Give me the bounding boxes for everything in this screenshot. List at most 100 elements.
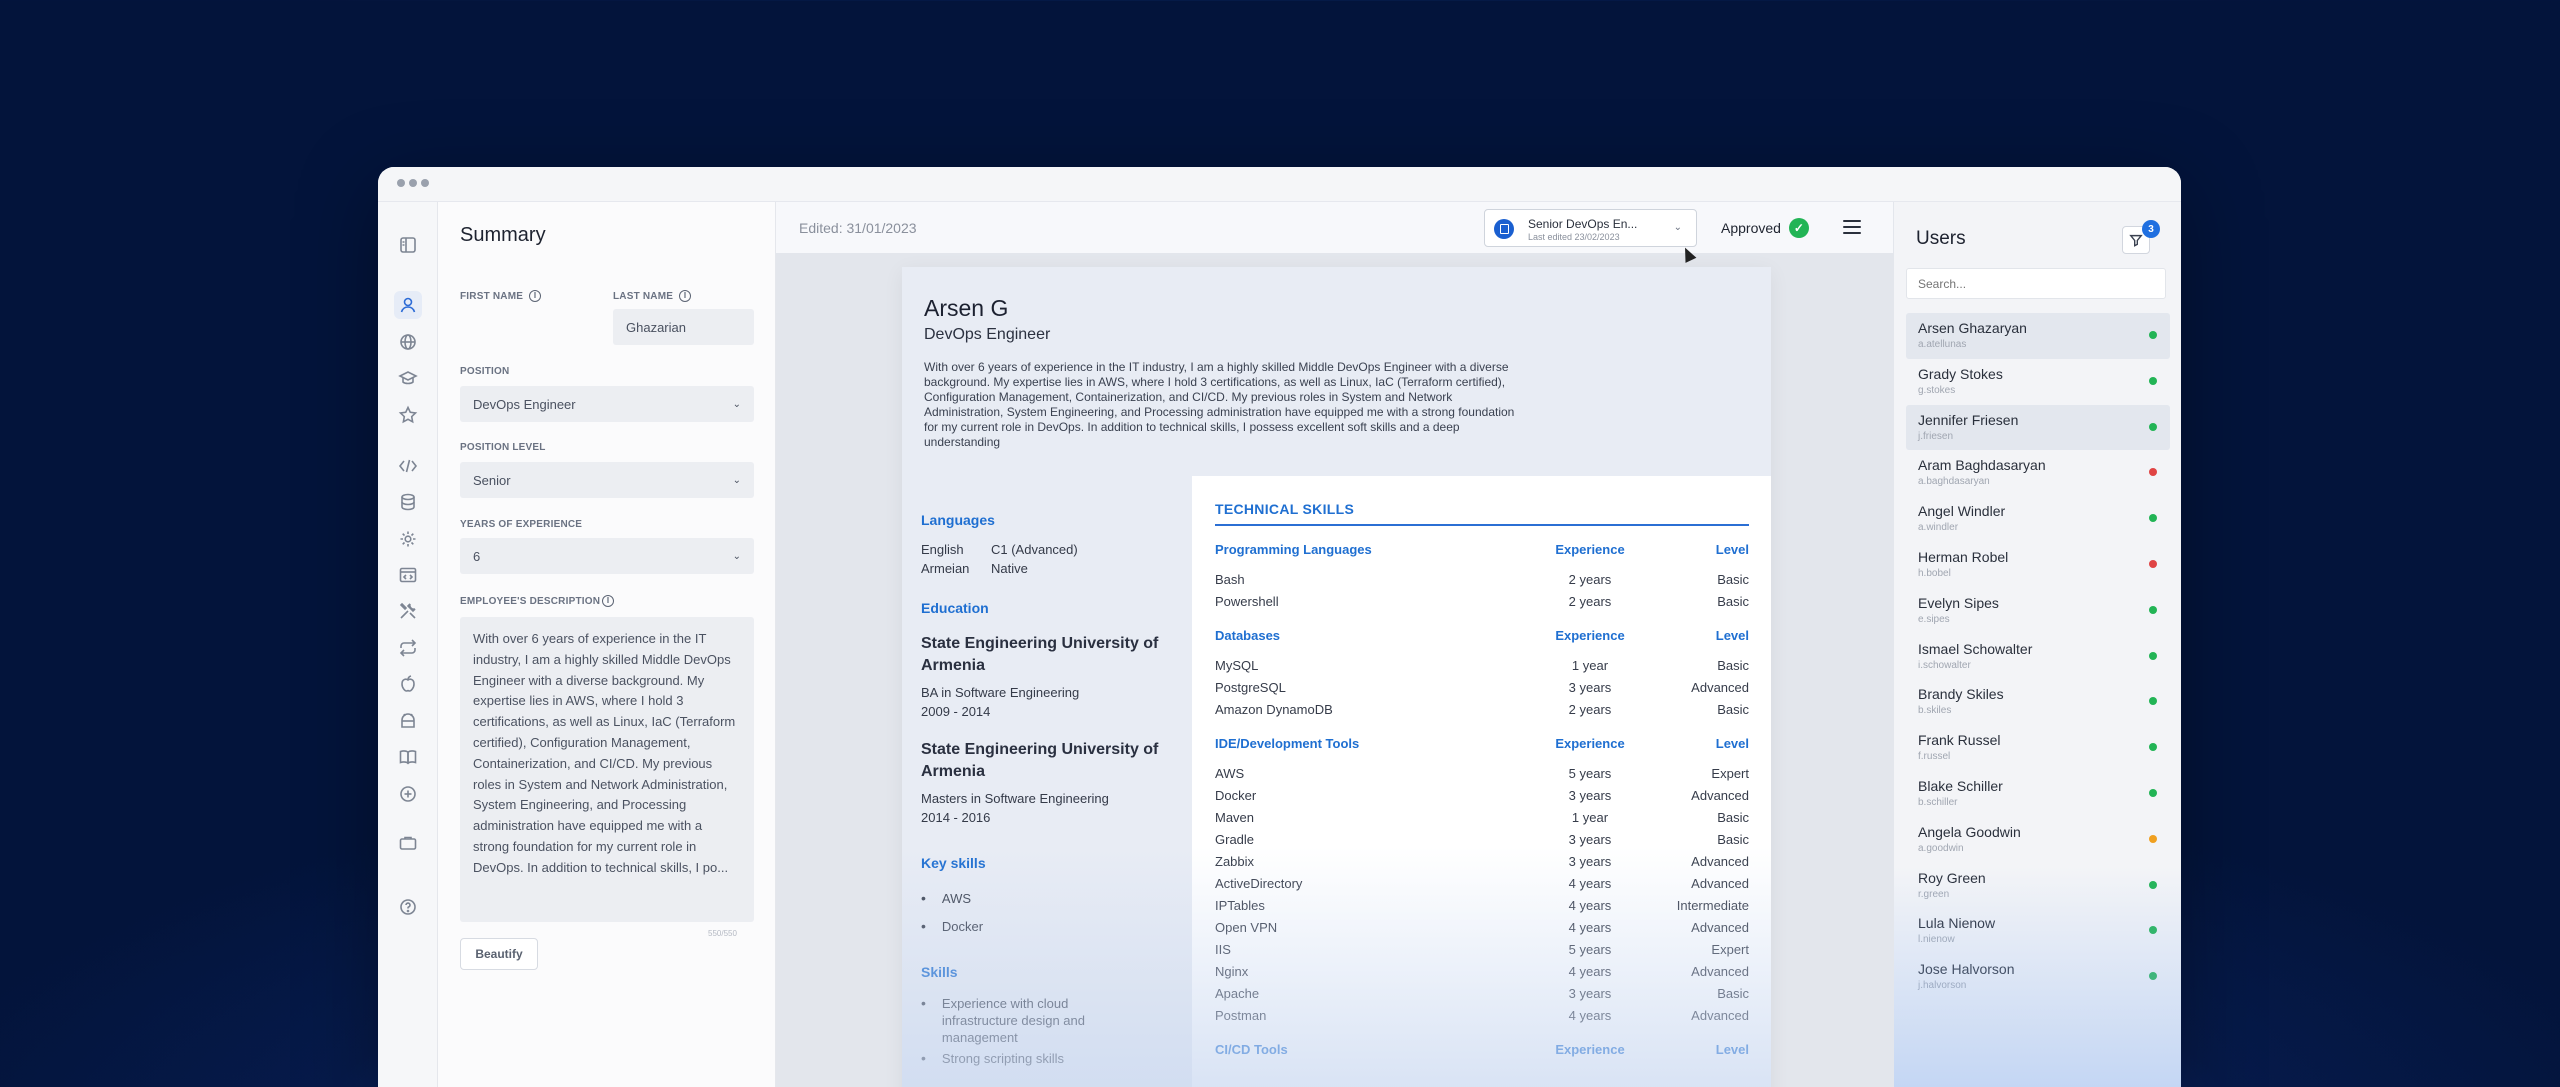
sidebar-toggle-icon[interactable] xyxy=(394,231,422,259)
user-list-item[interactable]: Angel Windler a.windler xyxy=(1906,496,2170,542)
cv-header: Arsen G DevOps Engineer With over 6 year… xyxy=(902,267,1771,476)
user-list-item[interactable]: Frank Russel f.russel xyxy=(1906,725,2170,771)
chevron-down-icon: ⌄ xyxy=(732,550,741,562)
user-login: l.nienow xyxy=(1918,934,1955,946)
user-list-item[interactable]: Jennifer Friesen j.friesen xyxy=(1906,404,2170,451)
user-list-item[interactable]: Grady Stokes g.stokes xyxy=(1906,359,2170,405)
title-bar xyxy=(378,167,2181,202)
skill-experience: 3 years xyxy=(1568,831,1612,847)
status-dot xyxy=(2149,651,2157,660)
skill-row: Gradle 3 years Basic xyxy=(1215,828,1749,850)
template-subtitle: Last edited 23/02/2023 xyxy=(1528,232,1620,242)
status-dot xyxy=(2149,926,2157,935)
user-list-item[interactable]: Aram Baghdasaryan a.baghdasaryan xyxy=(1906,450,2170,496)
language-level: Native xyxy=(991,561,1028,576)
skill-level: Basic xyxy=(1717,985,1749,1001)
briefcase-icon[interactable] xyxy=(394,829,422,857)
skill-experience: 4 years xyxy=(1568,963,1612,979)
first-name-field[interactable] xyxy=(460,309,600,345)
user-login: a.goodwin xyxy=(1918,842,1964,854)
user-list-item[interactable]: Herman Robel h.bobel xyxy=(1906,542,2170,588)
skill-level: Advanced xyxy=(1691,919,1749,935)
globe-icon[interactable] xyxy=(394,328,422,356)
user-list-item[interactable]: Arsen Ghazaryan a.atellunas xyxy=(1906,313,2170,359)
user-list-item[interactable]: Jose Halvorson j.halvorson xyxy=(1906,954,2170,1000)
skill-experience: 4 years xyxy=(1568,897,1612,913)
list-item: Strong scripting skills xyxy=(921,1050,1064,1067)
skill-row: Zabbix 3 years Advanced xyxy=(1215,850,1749,872)
skill-level: Basic xyxy=(1717,831,1749,847)
skill-level: Basic xyxy=(1717,809,1749,825)
skill-name: Bash xyxy=(1215,571,1245,587)
user-icon[interactable] xyxy=(394,291,422,319)
apple-icon[interactable] xyxy=(394,670,422,698)
code-icon[interactable] xyxy=(394,452,422,480)
status-dot xyxy=(2149,514,2157,523)
tools-icon[interactable] xyxy=(394,597,422,625)
skill-name: MySQL xyxy=(1215,657,1259,673)
skill-group-header: Programming Languages Experience Level xyxy=(1215,542,1749,557)
database-icon[interactable] xyxy=(394,488,422,516)
list-item: Experience with cloud infrastructure des… xyxy=(921,995,1121,1046)
skills-heading: Skills xyxy=(921,964,958,980)
star-icon[interactable] xyxy=(394,401,422,429)
experience-column-header: Experience xyxy=(1555,542,1625,557)
cv-name: Arsen G xyxy=(924,295,1009,321)
skill-row: IIS 5 years Expert xyxy=(1215,938,1749,960)
position-level-select[interactable]: Senior ⌄ xyxy=(460,462,754,498)
browser-icon[interactable] xyxy=(394,561,422,589)
skill-level: Advanced xyxy=(1691,963,1749,979)
user-name: Brandy Skiles xyxy=(1918,686,2004,703)
gear-icon[interactable] xyxy=(394,525,422,553)
status-dot xyxy=(2149,834,2157,843)
user-list: Arsen Ghazaryan a.atellunas Grady Stokes g.… xyxy=(1906,313,2170,1000)
key-skills-heading: Key skills xyxy=(921,855,986,871)
android-icon[interactable] xyxy=(394,707,422,735)
user-list-item[interactable]: Ismael Schowalter i.schowalter xyxy=(1906,634,2170,680)
list-item: AWS xyxy=(921,890,971,907)
education-heading: Education xyxy=(921,600,989,616)
skill-level: Advanced xyxy=(1691,853,1749,869)
user-list-item[interactable]: Roy Green r.green xyxy=(1906,863,2170,909)
user-login: i.schowalter xyxy=(1918,659,1971,671)
skill-name: IIS xyxy=(1215,941,1231,957)
hamburger-menu-icon[interactable] xyxy=(1843,220,1861,238)
user-list-item[interactable]: Blake Schiller b.schiller xyxy=(1906,771,2170,817)
skill-row: Apache 3 years Basic xyxy=(1215,982,1749,1004)
description-textarea[interactable]: With over 6 years of experience in the I… xyxy=(460,617,754,922)
position-select[interactable]: DevOps Engineer ⌄ xyxy=(460,386,754,422)
cv-role: DevOps Engineer xyxy=(924,326,1051,343)
beautify-button[interactable]: Beautify xyxy=(460,938,538,970)
user-name: Herman Robel xyxy=(1918,548,2009,565)
help-icon[interactable] xyxy=(394,893,422,921)
skill-name: ActiveDirectory xyxy=(1215,875,1303,891)
list-item: Docker xyxy=(921,918,983,935)
years-select[interactable]: 6 ⌄ xyxy=(460,538,754,574)
approval-status[interactable]: Approved ✓ xyxy=(1721,218,1809,238)
skill-level: Advanced xyxy=(1691,875,1749,891)
skill-name: Docker xyxy=(1215,787,1257,803)
user-list-item[interactable]: Lula Nienow l.nienow xyxy=(1906,908,2170,954)
status-dot xyxy=(2149,468,2157,477)
position-label: POSITION xyxy=(460,366,510,377)
book-icon[interactable] xyxy=(394,743,422,771)
user-list-item[interactable]: Angela Goodwin a.goodwin xyxy=(1906,817,2170,863)
level-column-header: Level xyxy=(1715,1042,1749,1057)
graduation-cap-icon[interactable] xyxy=(394,364,422,392)
user-name: Aram Baghdasaryan xyxy=(1918,457,2046,474)
skill-name: AWS xyxy=(1215,765,1245,781)
skill-experience: 3 years xyxy=(1568,985,1612,1001)
user-login: f.russel xyxy=(1918,751,1951,763)
education-degree: Masters in Software Engineering xyxy=(921,791,1109,806)
skill-name: Postman xyxy=(1215,1007,1267,1023)
user-search-input[interactable] xyxy=(1906,268,2166,299)
template-dropdown[interactable]: Senior DevOps En... Last edited 23/02/20… xyxy=(1484,209,1697,247)
user-list-item[interactable]: Evelyn Sipes e.sipes xyxy=(1906,588,2170,634)
repeat-icon[interactable] xyxy=(394,634,422,662)
status-dot xyxy=(2149,605,2157,614)
skill-row: Amazon DynamoDB 2 years Basic xyxy=(1215,698,1749,720)
last-name-field[interactable]: Ghazarian xyxy=(613,309,754,345)
user-list-item[interactable]: Brandy Skiles b.skiles xyxy=(1906,679,2170,725)
user-login: b.schiller xyxy=(1918,796,1958,808)
plus-circle-icon[interactable] xyxy=(394,780,422,808)
